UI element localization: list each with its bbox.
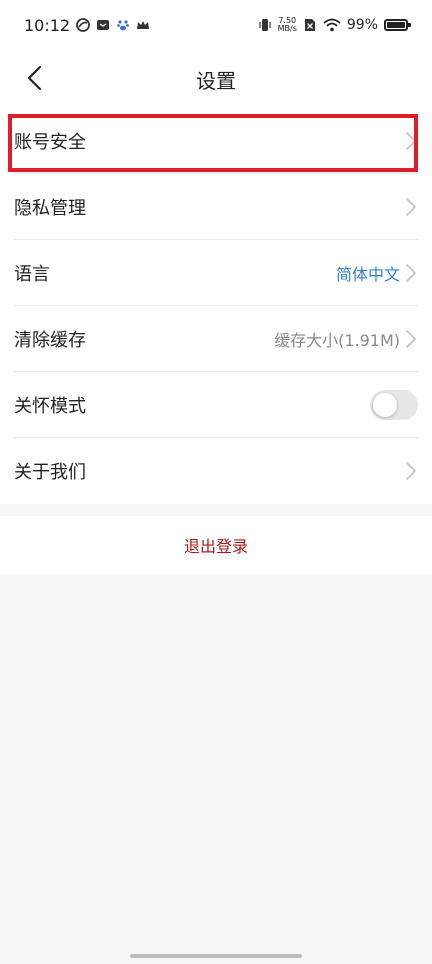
status-time: 10:12	[24, 15, 71, 35]
chevron-right-icon	[404, 131, 418, 151]
cache-size-value: 缓存大小(1.91M)	[274, 330, 400, 350]
net-speed: 7.50 MB/s	[278, 17, 297, 33]
status-right: 7.50 MB/s 99%	[258, 17, 411, 33]
row-right	[404, 197, 418, 217]
settings-item-account-security[interactable]: 账号安全	[14, 108, 418, 174]
toggle-knob	[373, 392, 397, 417]
care-mode-toggle[interactable]	[370, 389, 418, 420]
row-right	[404, 131, 418, 151]
crown-icon	[136, 18, 150, 32]
settings-item-label: 关怀模式	[14, 395, 86, 417]
chevron-left-icon	[27, 65, 42, 91]
chevron-right-icon	[404, 461, 418, 481]
settings-item-language[interactable]: 语言 简体中文	[14, 240, 418, 306]
chevron-right-icon	[404, 329, 418, 349]
settings-item-care-mode: 关怀模式	[14, 372, 418, 438]
settings-item-label: 语言	[14, 263, 50, 285]
language-value: 简体中文	[335, 264, 400, 284]
status-left: 10:12	[24, 16, 150, 35]
chevron-right-icon	[404, 263, 418, 283]
row-right	[370, 389, 418, 420]
settings-item-label: 清除缓存	[14, 329, 86, 351]
settings-item-label: 隐私管理	[14, 197, 86, 219]
home-indicator[interactable]	[130, 954, 302, 958]
logout-section: 退出登录	[0, 516, 432, 574]
settings-list: 账号安全 隐私管理 语言 简体中文 清除缓存 缓存大小(1.91M) 关怀模式 …	[0, 108, 432, 504]
battery-icon	[384, 19, 411, 31]
battery-fill	[387, 22, 405, 28]
settings-item-about-us[interactable]: 关于我们	[14, 438, 418, 504]
row-right: 缓存大小(1.91M)	[274, 327, 418, 351]
message-icon	[96, 18, 110, 32]
logout-button[interactable]: 退出登录	[184, 533, 248, 557]
settings-item-label: 账号安全	[14, 131, 86, 153]
nav-bar: 设置	[0, 50, 432, 108]
battery-percent: 99%	[346, 17, 378, 33]
app-icon-swirl-icon	[76, 18, 91, 32]
sim-off-icon	[303, 18, 317, 32]
settings-item-clear-cache[interactable]: 清除缓存 缓存大小(1.91M)	[14, 306, 418, 372]
wifi-icon	[323, 18, 341, 32]
net-speed-unit: MB/s	[277, 24, 297, 33]
page-title: 设置	[196, 68, 236, 93]
back-button[interactable]	[14, 58, 54, 98]
row-right: 简体中文	[336, 261, 418, 285]
vibrate-icon	[258, 18, 272, 32]
row-right	[404, 461, 418, 481]
settings-item-label: 关于我们	[14, 462, 86, 483]
baidu-paw-icon	[116, 18, 130, 32]
settings-item-privacy[interactable]: 隐私管理	[14, 174, 418, 240]
status-bar: 10:12 7.50 MB/s 99%	[0, 0, 432, 50]
chevron-right-icon	[404, 197, 418, 217]
